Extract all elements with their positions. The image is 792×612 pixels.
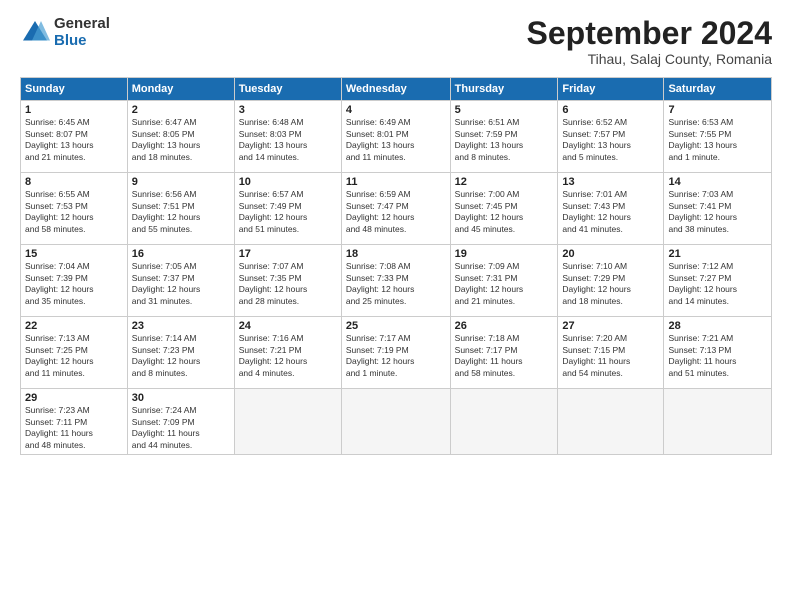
day-19: 19 Sunrise: 7:09 AMSunset: 7:31 PMDaylig… bbox=[450, 245, 558, 317]
day-10: 10 Sunrise: 6:57 AMSunset: 7:49 PMDaylig… bbox=[234, 173, 341, 245]
logo-general: General bbox=[54, 16, 110, 33]
day-11: 11 Sunrise: 6:59 AMSunset: 7:47 PMDaylig… bbox=[341, 173, 450, 245]
day-13: 13 Sunrise: 7:01 AMSunset: 7:43 PMDaylig… bbox=[558, 173, 664, 245]
day-12: 12 Sunrise: 7:00 AMSunset: 7:45 PMDaylig… bbox=[450, 173, 558, 245]
location-subtitle: Tihau, Salaj County, Romania bbox=[527, 51, 772, 67]
month-title: September 2024 bbox=[527, 16, 772, 51]
header: General Blue September 2024 Tihau, Salaj… bbox=[20, 16, 772, 67]
header-wednesday: Wednesday bbox=[341, 78, 450, 101]
header-sunday: Sunday bbox=[21, 78, 128, 101]
day-7: 7 Sunrise: 6:53 AMSunset: 7:55 PMDayligh… bbox=[664, 101, 772, 173]
header-tuesday: Tuesday bbox=[234, 78, 341, 101]
logo-icon bbox=[20, 18, 50, 48]
weekday-header-row: Sunday Monday Tuesday Wednesday Thursday… bbox=[21, 78, 772, 101]
empty-cell bbox=[450, 389, 558, 455]
day-26: 26 Sunrise: 7:18 AMSunset: 7:17 PMDaylig… bbox=[450, 317, 558, 389]
calendar: Sunday Monday Tuesday Wednesday Thursday… bbox=[20, 77, 772, 455]
logo-blue: Blue bbox=[54, 33, 110, 50]
day-17: 17 Sunrise: 7:07 AMSunset: 7:35 PMDaylig… bbox=[234, 245, 341, 317]
empty-cell bbox=[664, 389, 772, 455]
header-saturday: Saturday bbox=[664, 78, 772, 101]
day-8: 8 Sunrise: 6:55 AMSunset: 7:53 PMDayligh… bbox=[21, 173, 128, 245]
day-27: 27 Sunrise: 7:20 AMSunset: 7:15 PMDaylig… bbox=[558, 317, 664, 389]
day-3: 3 Sunrise: 6:48 AMSunset: 8:03 PMDayligh… bbox=[234, 101, 341, 173]
day-5: 5 Sunrise: 6:51 AMSunset: 7:59 PMDayligh… bbox=[450, 101, 558, 173]
day-30: 30 Sunrise: 7:24 AMSunset: 7:09 PMDaylig… bbox=[127, 389, 234, 455]
day-1: 1 Sunrise: 6:45 AMSunset: 8:07 PMDayligh… bbox=[21, 101, 128, 173]
table-row: 22 Sunrise: 7:13 AMSunset: 7:25 PMDaylig… bbox=[21, 317, 772, 389]
day-2: 2 Sunrise: 6:47 AMSunset: 8:05 PMDayligh… bbox=[127, 101, 234, 173]
table-row: 1 Sunrise: 6:45 AMSunset: 8:07 PMDayligh… bbox=[21, 101, 772, 173]
table-row: 15 Sunrise: 7:04 AMSunset: 7:39 PMDaylig… bbox=[21, 245, 772, 317]
empty-cell bbox=[341, 389, 450, 455]
day-18: 18 Sunrise: 7:08 AMSunset: 7:33 PMDaylig… bbox=[341, 245, 450, 317]
empty-cell bbox=[558, 389, 664, 455]
day-9: 9 Sunrise: 6:56 AMSunset: 7:51 PMDayligh… bbox=[127, 173, 234, 245]
page: General Blue September 2024 Tihau, Salaj… bbox=[0, 0, 792, 612]
day-29: 29 Sunrise: 7:23 AMSunset: 7:11 PMDaylig… bbox=[21, 389, 128, 455]
day-15: 15 Sunrise: 7:04 AMSunset: 7:39 PMDaylig… bbox=[21, 245, 128, 317]
day-20: 20 Sunrise: 7:10 AMSunset: 7:29 PMDaylig… bbox=[558, 245, 664, 317]
day-6: 6 Sunrise: 6:52 AMSunset: 7:57 PMDayligh… bbox=[558, 101, 664, 173]
day-28: 28 Sunrise: 7:21 AMSunset: 7:13 PMDaylig… bbox=[664, 317, 772, 389]
day-16: 16 Sunrise: 7:05 AMSunset: 7:37 PMDaylig… bbox=[127, 245, 234, 317]
day-4: 4 Sunrise: 6:49 AMSunset: 8:01 PMDayligh… bbox=[341, 101, 450, 173]
day-22: 22 Sunrise: 7:13 AMSunset: 7:25 PMDaylig… bbox=[21, 317, 128, 389]
day-25: 25 Sunrise: 7:17 AMSunset: 7:19 PMDaylig… bbox=[341, 317, 450, 389]
logo: General Blue bbox=[20, 16, 110, 49]
header-thursday: Thursday bbox=[450, 78, 558, 101]
header-friday: Friday bbox=[558, 78, 664, 101]
day-14: 14 Sunrise: 7:03 AMSunset: 7:41 PMDaylig… bbox=[664, 173, 772, 245]
empty-cell bbox=[234, 389, 341, 455]
day-24: 24 Sunrise: 7:16 AMSunset: 7:21 PMDaylig… bbox=[234, 317, 341, 389]
table-row: 29 Sunrise: 7:23 AMSunset: 7:11 PMDaylig… bbox=[21, 389, 772, 455]
logo-text: General Blue bbox=[54, 16, 110, 49]
day-21: 21 Sunrise: 7:12 AMSunset: 7:27 PMDaylig… bbox=[664, 245, 772, 317]
table-row: 8 Sunrise: 6:55 AMSunset: 7:53 PMDayligh… bbox=[21, 173, 772, 245]
title-block: September 2024 Tihau, Salaj County, Roma… bbox=[527, 16, 772, 67]
day-23: 23 Sunrise: 7:14 AMSunset: 7:23 PMDaylig… bbox=[127, 317, 234, 389]
header-monday: Monday bbox=[127, 78, 234, 101]
